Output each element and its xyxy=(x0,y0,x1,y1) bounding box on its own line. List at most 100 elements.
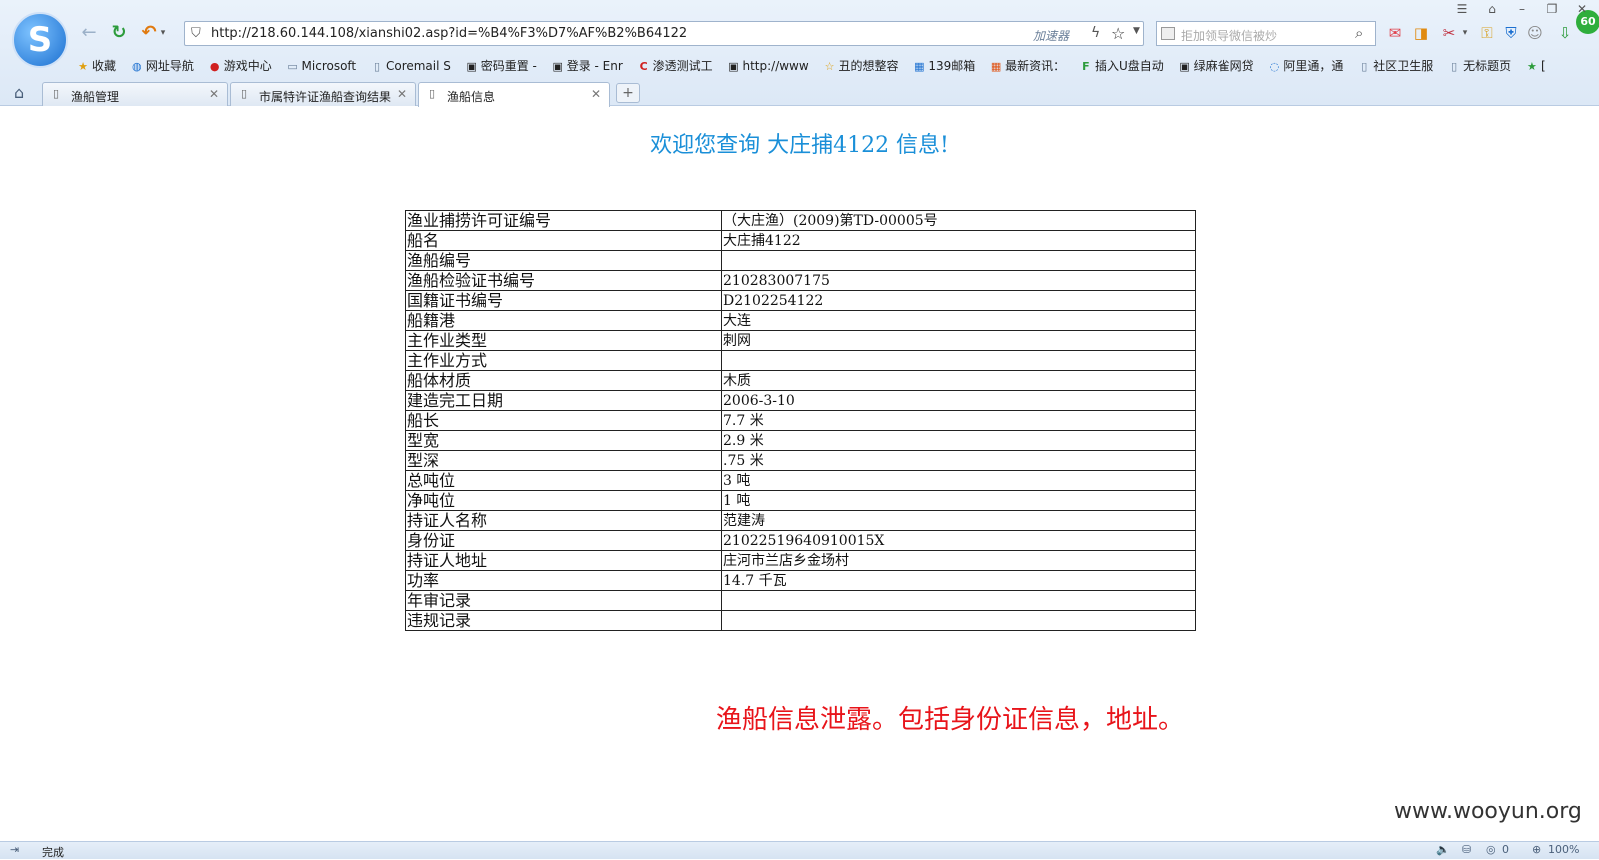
row-value xyxy=(721,610,1196,631)
row-value xyxy=(721,250,1196,271)
tab-query-results[interactable]: ▯ 市属特许证渔船查询结果 ✕ xyxy=(230,82,416,106)
status-text: 完成 xyxy=(42,846,64,859)
new-tab-button[interactable]: + xyxy=(616,83,640,103)
search-engine-icon[interactable] xyxy=(1161,27,1175,40)
skin-icon[interactable]: ⌂ xyxy=(1485,2,1499,16)
bookmark-item[interactable]: ★ 收藏 xyxy=(76,56,116,76)
row-value: D2102254122 xyxy=(721,290,1196,311)
search-icon[interactable]: ⌕ xyxy=(1355,24,1363,42)
table-row: 渔船检验证书编号 210283007175 xyxy=(405,270,1196,291)
bookmark-item[interactable]: ▣ http://www xyxy=(726,56,808,76)
bookmark-item[interactable]: ▣ 登录 - Enr xyxy=(551,56,623,76)
back-arrow-icon[interactable]: ← xyxy=(78,22,100,44)
page-icon: ▯ xyxy=(1361,60,1368,73)
bookmark-item[interactable]: ▯ 社区卫生服 xyxy=(1357,56,1433,76)
page-icon: ▯ xyxy=(429,87,436,100)
table-row: 净吨位 1 吨 xyxy=(405,490,1196,511)
key-icon[interactable]: ⚿ xyxy=(1478,24,1496,42)
table-row: 违规记录 xyxy=(405,610,1196,631)
close-icon[interactable]: ✕ xyxy=(397,87,407,101)
bookmark-item[interactable]: ☆ 丑的想整容 xyxy=(823,56,899,76)
bookmark-item[interactable]: ▭ Microsoft xyxy=(286,56,356,76)
browser-chrome: S ← ↻ ↶ ▾ ⛉ http://218.60.144.108/xiansh… xyxy=(0,0,1599,107)
search-box[interactable]: 拒加领导微信被炒 ⌕ xyxy=(1156,21,1376,46)
tab-label: 市属特许证渔船查询结果 xyxy=(259,90,392,104)
volume-icon[interactable]: 🔈 xyxy=(1436,843,1450,856)
tab-fishing-boat-management[interactable]: ▯ 渔船管理 ✕ xyxy=(42,82,228,106)
bookmark-item[interactable]: F 插入U盘自动 xyxy=(1079,56,1164,76)
restore-icon[interactable]: ❐ xyxy=(1545,2,1559,16)
bookmark-star-icon[interactable]: ☆ xyxy=(1111,24,1125,43)
bookmark-item[interactable]: ▦ 最新资讯： xyxy=(989,56,1065,76)
folder-icon: ▭ xyxy=(287,60,298,73)
browser-logo[interactable]: S xyxy=(12,12,68,68)
bookmark-item[interactable]: C 渗透测试工 xyxy=(637,56,713,76)
accelerator-label[interactable]: 加速器 xyxy=(1033,27,1069,44)
table-row: 建造完工日期 2006-3-10 xyxy=(405,390,1196,411)
close-icon[interactable]: ✕ xyxy=(591,87,601,101)
scissors-dropdown-icon[interactable]: ▾ xyxy=(1456,24,1474,42)
smile-icon[interactable]: ☺ xyxy=(1526,24,1544,42)
close-window-icon[interactable]: ✕ xyxy=(1575,2,1589,16)
mail-icon[interactable]: ✉ xyxy=(1386,24,1404,42)
minimize-icon[interactable]: – xyxy=(1515,2,1529,16)
table-row: 主作业类型 刺网 xyxy=(405,330,1196,351)
table-row: 渔船编号 xyxy=(405,250,1196,271)
page-title: 欢迎您查询 大庄捕4122 信息! xyxy=(650,133,949,158)
bookmark-item[interactable]: ▯ 无标题页 xyxy=(1447,56,1511,76)
star-icon: ★ xyxy=(78,60,88,73)
row-key: 总吨位 xyxy=(405,470,722,491)
sidebar-toggle-icon[interactable]: ⇥ xyxy=(10,843,19,856)
bookmark-item[interactable]: ▣ 绿麻雀网贷 xyxy=(1178,56,1253,76)
menu-icon[interactable]: ☰ xyxy=(1455,2,1469,16)
row-key: 渔船编号 xyxy=(405,250,722,271)
undo-icon[interactable]: ↶ xyxy=(138,22,160,44)
image-icon: ▣ xyxy=(728,60,739,73)
bookmark-item[interactable]: ◍ 网址导航 xyxy=(130,56,194,76)
grid-icon: ▦ xyxy=(990,60,1002,73)
home-icon[interactable]: ⌂ xyxy=(14,83,24,102)
bookmark-item[interactable]: ▣ 密码重置 - xyxy=(465,56,537,76)
bookmark-item[interactable]: ◌ 阿里通，通 xyxy=(1267,56,1344,76)
page-icon: ▯ xyxy=(53,87,60,100)
search-input[interactable]: 拒加领导微信被炒 xyxy=(1181,27,1277,44)
c-logo-icon: C xyxy=(639,60,648,73)
game-icon: ● xyxy=(209,60,220,73)
tab-boat-info[interactable]: ▯ 渔船信息 ✕ xyxy=(418,82,610,107)
f-logo-icon: F xyxy=(1082,60,1090,73)
table-row: 船籍港 大连 xyxy=(405,310,1196,331)
close-icon[interactable]: ✕ xyxy=(209,87,219,101)
table-row: 渔业捕捞许可证编号 （大庄渔）(2009)第TD-00005号 xyxy=(405,210,1196,231)
counter-icon: ◎ xyxy=(1486,843,1496,856)
note-icon[interactable]: ◨ xyxy=(1412,24,1430,42)
bookmark-item[interactable]: ▯ Coremail S xyxy=(370,56,451,76)
address-bar[interactable]: ⛉ http://218.60.144.108/xianshi02.asp?id… xyxy=(184,21,1144,46)
zoom-icon[interactable]: ⊕ xyxy=(1532,843,1541,856)
table-row: 功率 14.7 千瓦 xyxy=(405,570,1196,591)
table-row: 年审记录 xyxy=(405,590,1196,611)
bookmark-item[interactable]: ★[ xyxy=(1525,56,1546,76)
address-dropdown-icon[interactable]: ▼ xyxy=(1133,26,1140,36)
row-value: 7.7 米 xyxy=(721,410,1196,431)
bookmark-item[interactable]: ● 游戏中心 xyxy=(208,56,272,76)
bolt-icon[interactable]: ϟ xyxy=(1091,25,1100,41)
tab-label: 渔船管理 xyxy=(71,90,120,104)
row-key: 违规记录 xyxy=(405,610,722,631)
table-row: 总吨位 3 吨 xyxy=(405,470,1196,491)
url-text[interactable]: http://218.60.144.108/xianshi02.asp?id=%… xyxy=(211,26,687,41)
refresh-icon[interactable]: ↻ xyxy=(108,22,130,44)
download-icon[interactable]: ⇩ xyxy=(1556,24,1574,42)
globe-icon: ◍ xyxy=(132,60,142,73)
annotation-text: 渔船信息泄露。包括身份证信息，地址。 xyxy=(716,705,1185,735)
shield-check-icon[interactable]: ⛨ xyxy=(1502,24,1520,42)
zoom-level[interactable]: 100% xyxy=(1548,843,1579,856)
row-key: 建造完工日期 xyxy=(405,390,722,411)
row-value: 21022519640910015X xyxy=(721,530,1196,551)
row-key: 主作业方式 xyxy=(405,350,722,371)
bookmark-item[interactable]: ▦ 139邮箱 xyxy=(912,56,975,76)
cloud-icon[interactable]: ⛁ xyxy=(1462,843,1471,856)
table-row: 身份证 21022519640910015X xyxy=(405,530,1196,551)
undo-dropdown-icon[interactable]: ▾ xyxy=(158,22,168,44)
row-value: （大庄渔）(2009)第TD-00005号 xyxy=(721,210,1196,231)
page-icon: ▯ xyxy=(373,60,380,73)
